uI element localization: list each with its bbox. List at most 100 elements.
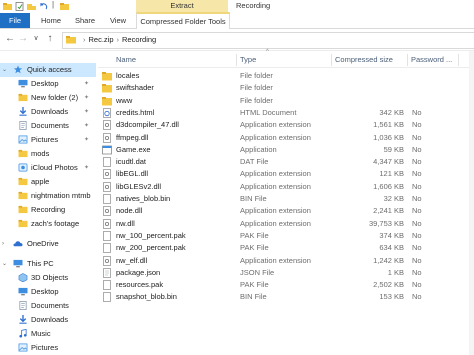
file-row[interactable]: nw_100_percent.pak PAK File 374 KB No — [98, 230, 474, 242]
nav-new-folder-2[interactable]: New folder (2) ✦ — [0, 91, 96, 105]
file-name: d3dcompiler_47.dll — [116, 120, 179, 130]
file-row[interactable]: d3dcompiler_47.dll Application extension 1… — [98, 119, 474, 131]
file-row[interactable]: natives_blob.bin BIN File 32 KB No — [98, 193, 474, 205]
zip-folder-icon — [66, 36, 76, 44]
header-divider — [98, 67, 474, 68]
file-row[interactable]: package.json JSON File 1 KB No — [98, 267, 474, 279]
nav-this-pc[interactable]: ⌄ This PC — [0, 257, 96, 271]
column-divider[interactable] — [407, 54, 408, 66]
folder-icon — [18, 191, 28, 200]
file-row[interactable]: icudtl.dat DAT File 4,347 KB No — [98, 156, 474, 168]
file-row[interactable]: swiftshader File folder — [98, 82, 474, 94]
new-folder-icon[interactable] — [27, 2, 36, 11]
nav-item-label: Documents — [31, 121, 69, 130]
file-compressed-size: 1,606 KB — [373, 181, 404, 191]
file-password-protected: No — [412, 292, 422, 302]
nav-documents[interactable]: Documents ✦ — [0, 119, 96, 133]
file-compressed-size: 153 KB — [379, 292, 404, 302]
tab-view[interactable]: View — [104, 13, 132, 28]
back-arrow-icon[interactable]: ← — [4, 33, 16, 45]
file-type: JSON File — [240, 267, 275, 277]
nav-downloads[interactable]: Downloads ✦ — [0, 105, 96, 119]
file-type: PAK File — [240, 243, 269, 253]
file-row[interactable]: credits.html HTML Document 342 KB No — [98, 107, 474, 119]
column-header-name[interactable]: Name — [116, 53, 136, 66]
file-password-protected: No — [412, 169, 422, 179]
nav-pc-documents[interactable]: Documents — [0, 299, 96, 313]
tab-file[interactable]: File — [0, 13, 30, 28]
file-row[interactable]: nw.dll Application extension 39,753 KB No — [98, 218, 474, 230]
nav-onedrive[interactable]: › OneDrive — [0, 237, 96, 251]
file-row[interactable]: libGLESv2.dll Application extension 1,606 … — [98, 181, 474, 193]
file-name: nw.dll — [116, 218, 135, 228]
file-type: Application extension — [240, 120, 311, 130]
pin-icon: ✦ — [84, 81, 90, 87]
chevron-down-icon[interactable]: ⌄ — [2, 63, 7, 77]
file-row[interactable]: resources.pak PAK File 2,502 KB No — [98, 279, 474, 291]
properties-icon[interactable] — [15, 2, 24, 11]
nav-pc-desktop[interactable]: Desktop — [0, 285, 96, 299]
file-row[interactable]: nw_elf.dll Application extension 1,242 KB N… — [98, 255, 474, 267]
nav-pc-downloads[interactable]: Downloads — [0, 313, 96, 327]
chevron-down-icon[interactable]: ⌄ — [2, 257, 7, 271]
recent-chevron-icon[interactable]: ∨ — [30, 33, 42, 45]
file-row[interactable]: libEGL.dll Application extension 121 KB No — [98, 168, 474, 180]
nav-item-label: This PC — [27, 259, 54, 268]
file-password-protected: No — [412, 157, 422, 167]
up-arrow-icon[interactable]: ↑ — [44, 33, 56, 45]
nav-pc-pictures[interactable]: Pictures — [0, 341, 96, 355]
breadcrumb-rec-zip[interactable]: Rec.zip — [89, 35, 114, 44]
file-row[interactable]: Game.exe Application 59 KB No — [98, 144, 474, 156]
nav-mods[interactable]: mods — [0, 147, 96, 161]
desktop-icon — [18, 79, 28, 88]
file-type: Application extension — [240, 255, 311, 265]
nav-quick-access[interactable]: ⌄ Quick access — [0, 63, 96, 77]
column-divider[interactable] — [331, 54, 332, 66]
nav-icloud-photos[interactable]: iCloud Photos ✦ — [0, 161, 96, 175]
qa-separator: | — [52, 0, 55, 9]
tab-home[interactable]: Home — [36, 13, 66, 28]
file-row[interactable]: node.dll Application extension 2,241 KB No — [98, 205, 474, 217]
file-type: Application — [240, 144, 277, 154]
nav-item-label: OneDrive — [27, 239, 59, 248]
nav-music[interactable]: Music — [0, 327, 96, 341]
file-row[interactable]: www File folder — [98, 95, 474, 107]
chevron-right-icon[interactable]: › — [2, 237, 4, 251]
column-divider[interactable] — [458, 54, 459, 66]
file-type: BIN File — [240, 292, 267, 302]
column-header-type[interactable]: Type — [240, 53, 256, 66]
nav-item-label: Pictures — [31, 135, 59, 144]
undo-icon[interactable] — [39, 2, 48, 11]
file-row[interactable]: locales File folder — [98, 70, 474, 82]
file-password-protected: No — [412, 132, 422, 142]
column-header-password[interactable]: Password ... — [411, 53, 452, 66]
column-divider[interactable] — [236, 54, 237, 66]
nav-nightmation-mtmb[interactable]: nightmation mtmb — [0, 189, 96, 203]
breadcrumb-recording[interactable]: Recording — [122, 35, 156, 44]
nav-desktop[interactable]: Desktop ✦ — [0, 77, 96, 91]
file-type: Application extension — [240, 181, 311, 191]
file-row[interactable]: snapshot_blob.bin BIN File 153 KB No — [98, 291, 474, 303]
file-row[interactable]: nw_200_percent.pak PAK File 634 KB No — [98, 242, 474, 254]
file-password-protected: No — [412, 144, 422, 154]
nav-item-label: zach's footage — [31, 219, 80, 228]
file-name: credits.html — [116, 107, 155, 117]
nav-item-label: 3D Objects — [31, 273, 69, 282]
tab-share[interactable]: Share — [70, 13, 100, 28]
file-password-protected: No — [412, 120, 422, 130]
column-header-compressed-size[interactable]: Compressed size — [335, 53, 393, 66]
file-compressed-size: 39,753 KB — [368, 218, 404, 228]
vertical-scrollbar[interactable] — [469, 51, 474, 355]
file-type: Application extension — [240, 218, 311, 228]
nav-apple[interactable]: apple — [0, 175, 96, 189]
generic-file-icon — [103, 243, 111, 254]
file-type: DAT File — [240, 157, 269, 167]
nav-recording[interactable]: Recording — [0, 203, 96, 217]
nav-3d-objects[interactable]: 3D Objects — [0, 271, 96, 285]
forward-arrow-icon[interactable]: → — [17, 33, 29, 45]
nav-zachs-footage[interactable]: zach's footage — [0, 217, 96, 231]
file-compressed-size: 634 KB — [379, 243, 404, 253]
nav-pictures[interactable]: Pictures ✦ — [0, 133, 96, 147]
folder-icon — [18, 177, 28, 186]
file-row[interactable]: ffmpeg.dll Application extension 1,036 KB N… — [98, 132, 474, 144]
